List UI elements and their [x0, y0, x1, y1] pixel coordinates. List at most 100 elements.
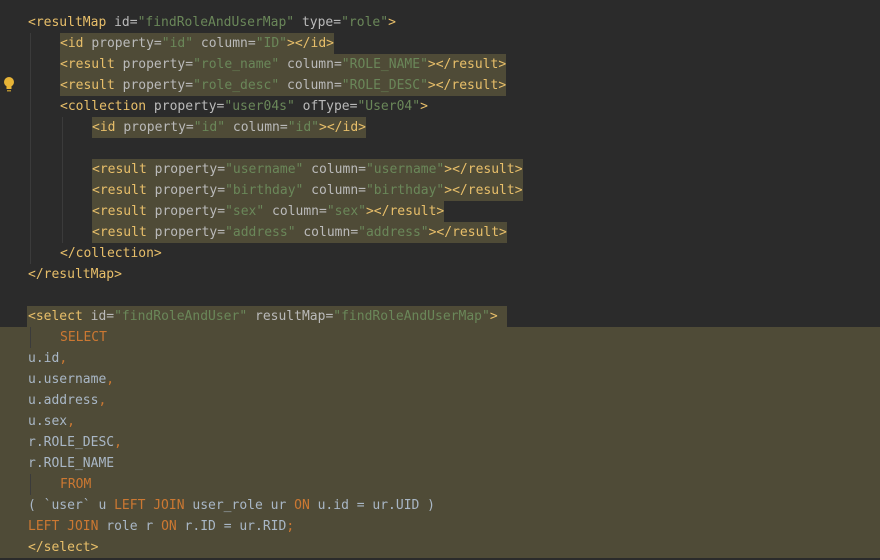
code-text: <select id="findRoleAndUser" resultMap="…	[28, 306, 498, 327]
code-text: </select>	[28, 537, 98, 558]
code-token: "sex"	[225, 204, 265, 219]
code-text: <id property="id" column="ID"></id>	[60, 33, 334, 54]
code-token: </select>	[28, 540, 99, 555]
indent-guide	[62, 201, 63, 222]
code-line[interactable]: <result property="role_desc" column="ROL…	[0, 75, 880, 96]
code-line[interactable]: LEFT JOIN role r ON r.ID = ur.RID;	[0, 516, 880, 537]
code-text: <result property="role_desc" column="ROL…	[60, 75, 507, 96]
code-token: property=	[122, 57, 194, 72]
code-line[interactable]: <select id="findRoleAndUser" resultMap="…	[0, 306, 880, 327]
code-line[interactable]: u.username,	[0, 369, 880, 390]
indent-guide	[30, 159, 31, 180]
code-token: "sex"	[326, 204, 366, 219]
code-token: ,	[98, 393, 107, 408]
indent-guide	[30, 474, 31, 495]
code-text: r.ROLE_NAME	[28, 453, 114, 474]
code-token: "role_name"	[193, 57, 280, 72]
code-line[interactable]: <id property="id" column="ID"></id>	[0, 33, 880, 54]
code-token: ON	[161, 519, 177, 534]
code-token: ;	[286, 519, 295, 534]
code-line[interactable]: r.ROLE_DESC,	[0, 432, 880, 453]
code-line[interactable]: u.address,	[0, 390, 880, 411]
indent-guide	[30, 54, 31, 75]
code-line[interactable]: <collection property="user04s" ofType="U…	[0, 96, 880, 117]
code-line[interactable]: </collection>	[0, 243, 880, 264]
code-token: </collection>	[60, 246, 162, 261]
indent-guide	[62, 222, 63, 243]
code-token: <select	[28, 309, 91, 324]
code-token: ( `user` u	[28, 498, 115, 513]
indent-guide	[62, 138, 63, 159]
indent-guide	[62, 180, 63, 201]
code-token: ></result>	[427, 78, 507, 93]
code-text: r.ROLE_DESC,	[28, 432, 122, 453]
code-token: LEFT JOIN	[114, 498, 185, 513]
code-token: "role_desc"	[193, 78, 280, 93]
code-token: >	[489, 309, 498, 324]
code-token: "username"	[225, 162, 304, 177]
code-token: <result	[60, 57, 123, 72]
code-token: property=	[91, 36, 162, 51]
code-token: u.sex	[28, 414, 68, 429]
code-line[interactable]: u.id,	[0, 348, 880, 369]
code-text: <result property="sex" column="sex"></re…	[92, 201, 445, 222]
indent-guide	[30, 327, 31, 348]
code-line[interactable]: SELECT	[0, 327, 880, 348]
code-text: </resultMap>	[28, 264, 122, 285]
code-token: ,	[114, 435, 122, 450]
indent-guide	[30, 96, 31, 117]
code-token: ofType=	[294, 99, 358, 114]
code-token: "ROLE_NAME"	[341, 57, 428, 72]
code-line[interactable]: <result property="address" column="addre…	[0, 222, 880, 243]
code-line[interactable]	[0, 285, 880, 306]
code-token: column=	[225, 120, 288, 135]
code-token: r.ROLE_NAME	[28, 456, 115, 471]
code-token: property=	[122, 78, 194, 93]
code-token: ON	[294, 498, 310, 513]
indent-guide	[30, 180, 31, 201]
code-token: column=	[264, 204, 327, 219]
code-token: "findRoleAndUserMap"	[333, 309, 490, 324]
code-token: <collection	[60, 99, 154, 114]
code-token: column=	[303, 162, 366, 177]
code-token: "id"	[287, 120, 320, 135]
code-token: ></id>	[287, 36, 334, 51]
code-token: "ID"	[255, 36, 288, 51]
code-line[interactable]: ( `user` u LEFT JOIN user_role ur ON u.i…	[0, 495, 880, 516]
indent-guide	[30, 222, 31, 243]
code-token: <id	[60, 36, 92, 51]
code-token: "findRoleAndUser"	[114, 309, 248, 324]
code-text: <id property="id" column="id"></id>	[92, 117, 366, 138]
code-editor[interactable]: <resultMap id="findRoleAndUserMap" type=…	[0, 0, 880, 560]
code-line[interactable]: FROM	[0, 474, 880, 495]
code-token: FROM	[60, 477, 92, 492]
code-line[interactable]: <result property="username" column="user…	[0, 159, 880, 180]
code-token: u.address	[28, 393, 99, 408]
code-token: <result	[92, 204, 155, 219]
code-token: <resultMap	[28, 15, 115, 30]
code-token: ,	[59, 351, 68, 366]
code-line[interactable]: <result property="role_name" column="ROL…	[0, 54, 880, 75]
code-line[interactable]: <resultMap id="findRoleAndUserMap" type=…	[0, 12, 880, 33]
code-line[interactable]: r.ROLE_NAME	[0, 453, 880, 474]
code-token: SELECT	[60, 330, 107, 345]
code-line[interactable]	[0, 138, 880, 159]
code-token: resultMap=	[247, 309, 334, 324]
code-token: role r	[98, 519, 162, 534]
code-token: "ROLE_DESC"	[341, 78, 428, 93]
code-line[interactable]: </select>	[0, 537, 880, 558]
code-token: "findRoleAndUserMap"	[137, 15, 295, 30]
code-token: property=	[154, 204, 226, 219]
code-token: property=	[154, 183, 226, 198]
code-line[interactable]: <id property="id" column="id"></id>	[0, 117, 880, 138]
code-line[interactable]: <result property="sex" column="sex"></re…	[0, 201, 880, 222]
code-line[interactable]: <result property="birthday" column="birt…	[0, 180, 880, 201]
code-token: "User04"	[357, 99, 421, 114]
code-text: <result property="birthday" column="birt…	[92, 180, 523, 201]
code-token: column=	[303, 183, 366, 198]
code-token: u.username	[28, 372, 107, 387]
code-line[interactable]: </resultMap>	[0, 264, 880, 285]
code-token: ></result>	[444, 183, 523, 198]
code-token: "role"	[341, 15, 389, 30]
code-line[interactable]: u.sex,	[0, 411, 880, 432]
